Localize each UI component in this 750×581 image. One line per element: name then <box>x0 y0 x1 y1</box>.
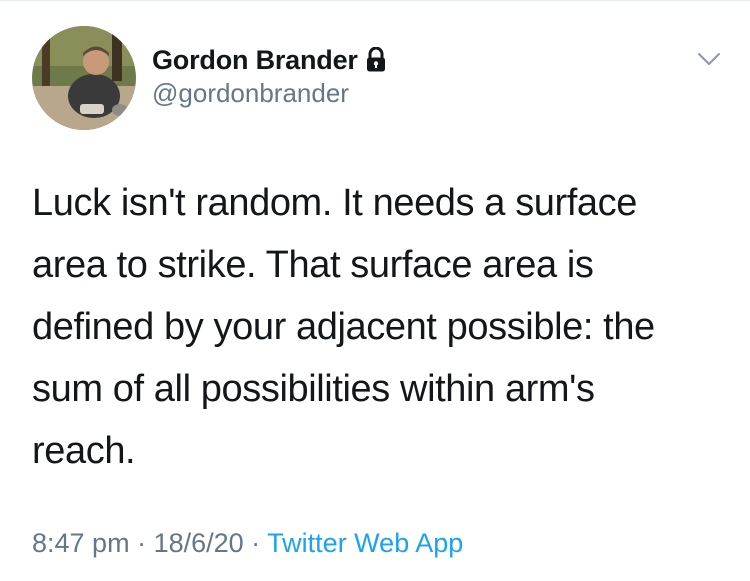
tweet-source-link[interactable]: Twitter Web App <box>267 528 463 558</box>
meta-separator: · <box>129 528 154 558</box>
top-divider <box>0 0 750 1</box>
tweet-menu-button[interactable] <box>692 44 726 74</box>
meta-separator: · <box>243 528 268 558</box>
chevron-down-icon <box>698 53 720 65</box>
author-display-name[interactable]: Gordon Brander <box>152 45 358 76</box>
tweet-time[interactable]: 8:47 pm <box>32 528 130 558</box>
lock-icon <box>364 46 388 73</box>
tweet-metadata: 8:47 pm · 18/6/20 · Twitter Web App <box>32 528 463 559</box>
author-handle[interactable]: @gordonbrander <box>152 78 349 109</box>
avatar[interactable] <box>32 26 136 130</box>
tweet-text: Luck isn't random. It needs a surface ar… <box>32 182 655 472</box>
tweet-date[interactable]: 18/6/20 <box>154 528 244 558</box>
author-name-row[interactable]: Gordon Brander <box>152 42 388 78</box>
avatar-photo <box>32 26 136 130</box>
